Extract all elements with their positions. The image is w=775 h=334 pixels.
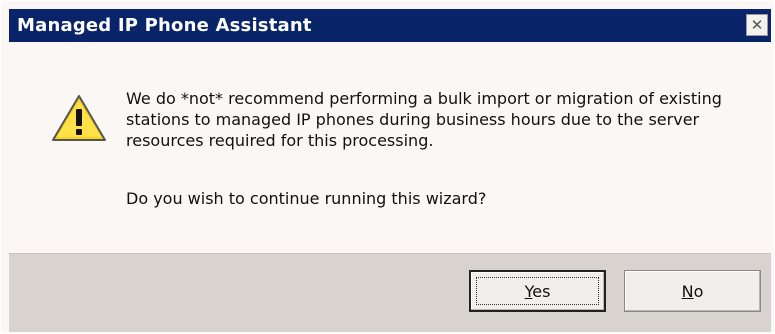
yes-button[interactable]: Yes xyxy=(469,270,606,312)
message-dialog: Managed IP Phone Assistant ✕ We do *not*… xyxy=(0,0,775,334)
yes-button-label: Yes xyxy=(524,281,551,301)
close-icon: ✕ xyxy=(750,15,764,34)
button-bar: Yes No xyxy=(9,253,771,332)
dialog-message: We do *not* recommend performing a bulk … xyxy=(126,89,722,150)
dialog-title: Managed IP Phone Assistant xyxy=(17,15,312,36)
no-button-label: No xyxy=(681,281,704,301)
title-bar[interactable]: Managed IP Phone Assistant ✕ xyxy=(9,9,771,42)
dialog-question: Do you wish to continue running this wiz… xyxy=(126,189,487,208)
close-button[interactable]: ✕ xyxy=(746,14,768,36)
warning-icon xyxy=(52,95,106,141)
dialog-content: We do *not* recommend performing a bulk … xyxy=(9,42,771,253)
no-button[interactable]: No xyxy=(624,270,761,312)
